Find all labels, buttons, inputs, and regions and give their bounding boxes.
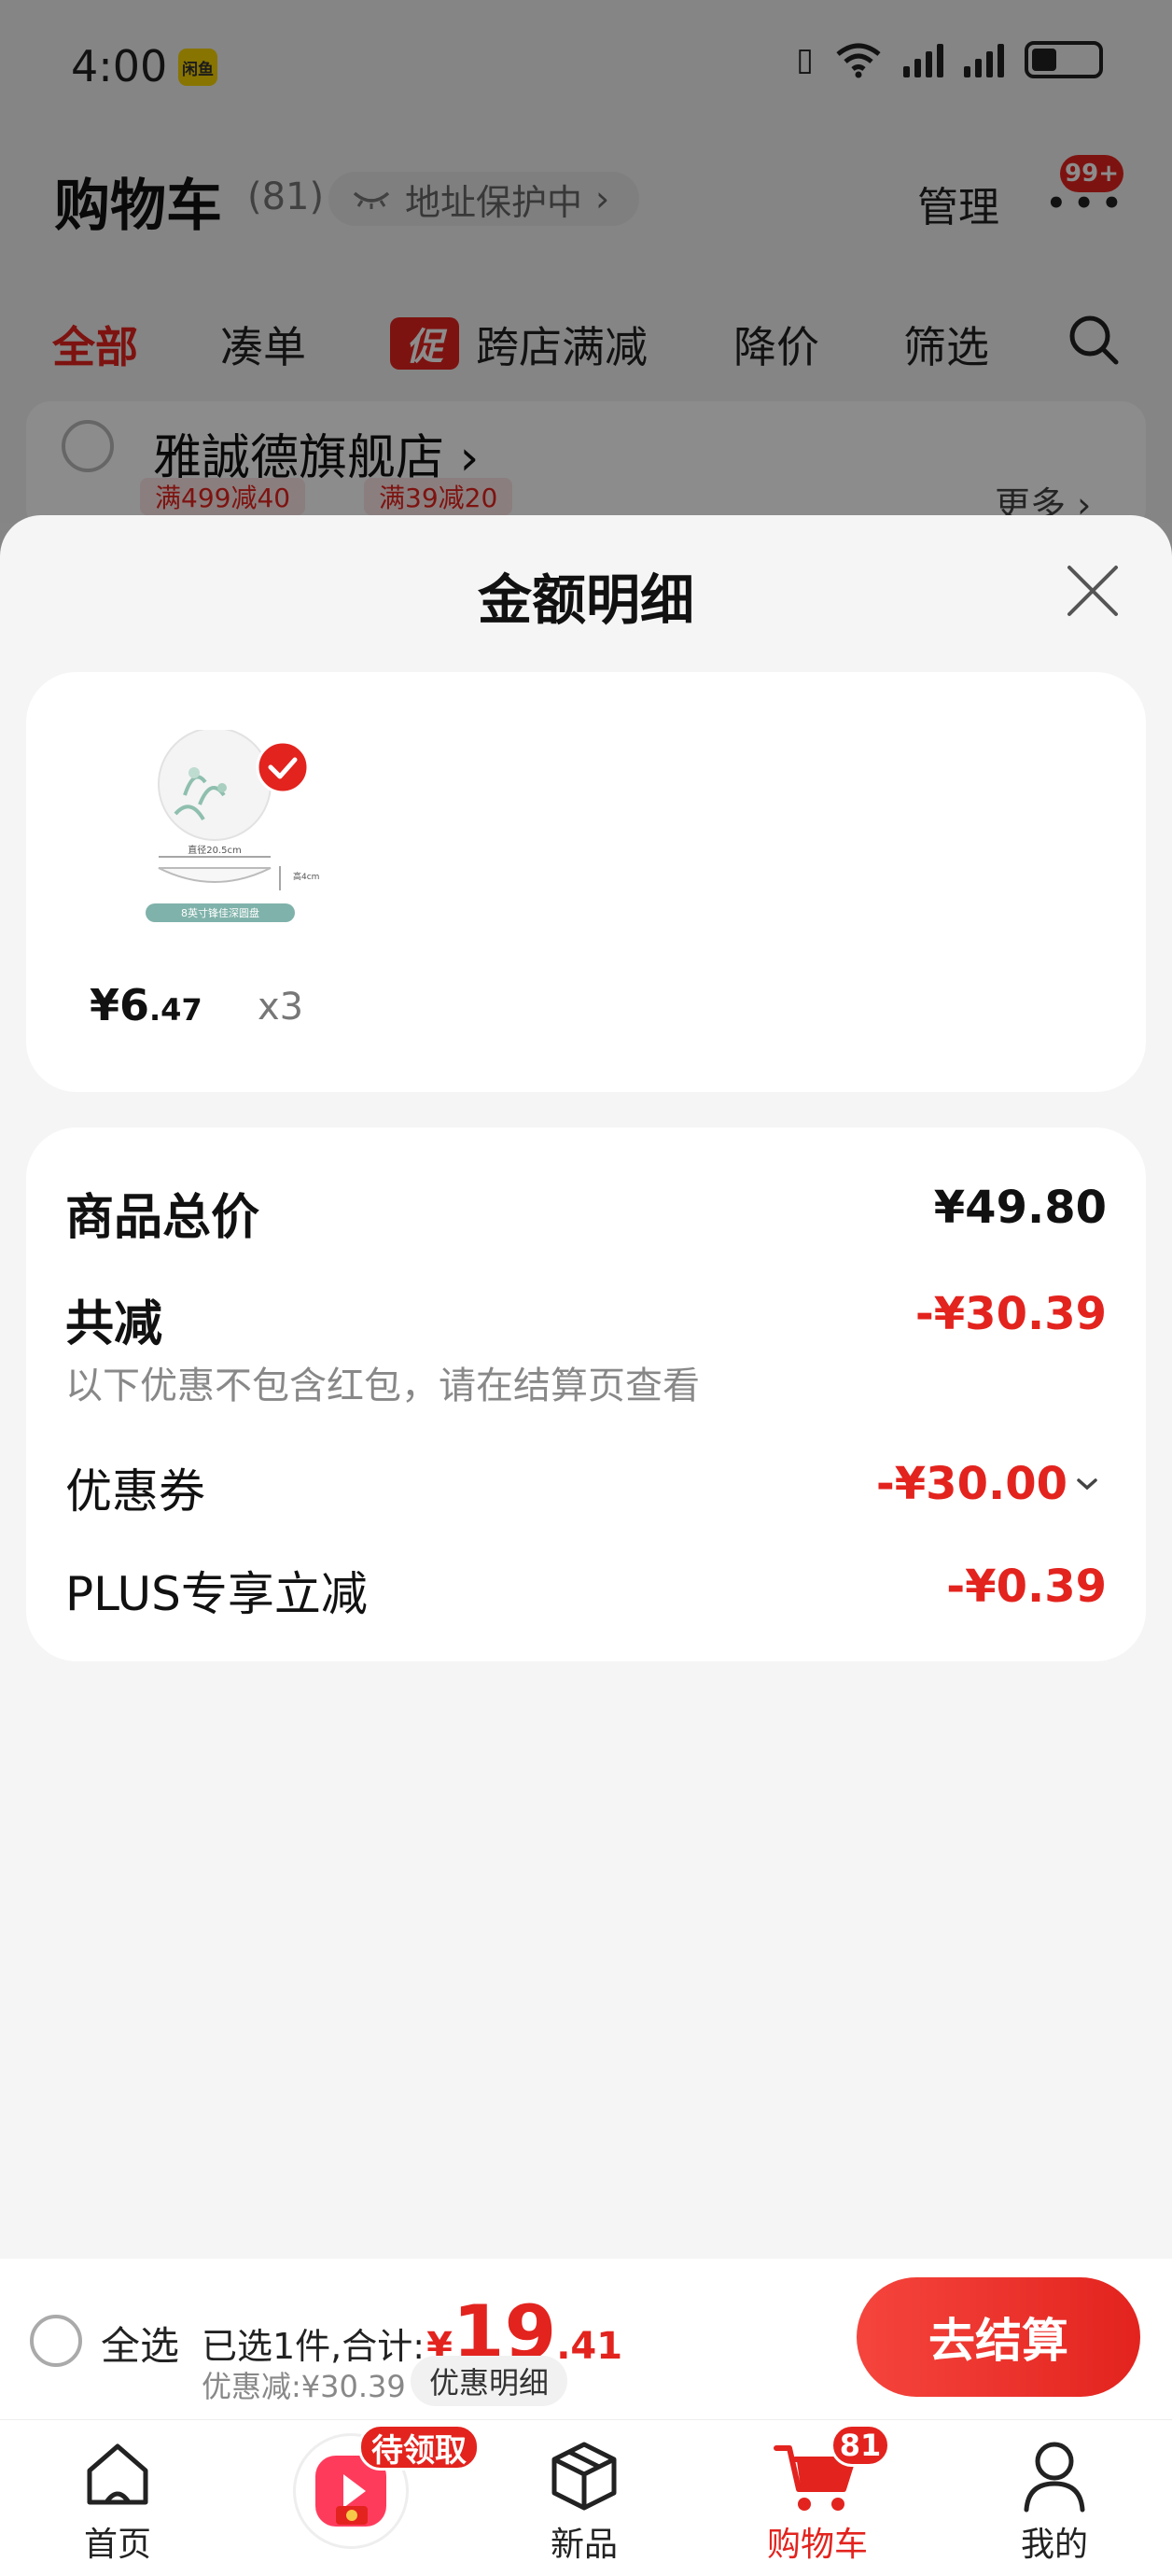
selected-summary: 已选1件,合计: ¥ 19 .41 <box>202 2296 622 2371</box>
plus-discount-label: PLUS专享立减 <box>65 1567 368 1621</box>
tab-me-label: 我的 <box>1020 2526 1088 2564</box>
discount-note: 以下优惠不包含红包，请在结算页查看 <box>65 1365 700 1407</box>
tab-home[interactable]: 首页 <box>24 2420 211 2576</box>
select-all-label[interactable]: 全选 <box>101 2315 179 2372</box>
select-all-radio[interactable] <box>30 2315 82 2367</box>
cart-count-badge: 81 <box>830 2424 890 2467</box>
selected-count-text: 已选1件,合计: <box>202 2326 426 2367</box>
chevron-down-icon[interactable] <box>1075 1475 1099 1493</box>
price-breakdown-card: 商品总价 ¥49.80 共减 -¥30.39 以下优惠不包含红包，请在结算页查看… <box>26 1127 1146 1661</box>
svg-text:8英寸锋佳深圆盘: 8英寸锋佳深圆盘 <box>181 906 259 919</box>
coupon-value[interactable]: -¥30.00 <box>876 1458 1067 1510</box>
sheet-title: 金额明细 <box>477 568 694 632</box>
user-icon <box>1024 2442 1085 2513</box>
item-price: ¥6.47 <box>90 980 202 1030</box>
plus-discount-value: -¥0.39 <box>946 1561 1107 1613</box>
tab-cart-label: 购物车 <box>766 2526 868 2564</box>
tab-home-label: 首页 <box>83 2526 151 2564</box>
total-label: 商品总价 <box>65 1190 260 1246</box>
close-icon[interactable] <box>1064 562 1122 620</box>
svg-text:高4cm: 高4cm <box>293 871 319 882</box>
discount-value: -¥30.39 <box>914 1288 1107 1340</box>
tab-video-rewards[interactable]: 待领取 <box>258 2420 480 2576</box>
home-icon <box>87 2443 148 2505</box>
tab-new-label: 新品 <box>550 2526 618 2564</box>
total-decimal: .41 <box>556 2325 623 2368</box>
product-thumbnail[interactable]: 直径20.5cm 高4cm 8英寸锋佳深圆盘 <box>138 730 325 926</box>
bottom-tab-bar: 首页 待领取 新品 81 购物车 我的 <box>0 2419 1172 2576</box>
discount-detail-button[interactable]: 优惠明细 <box>411 2356 568 2406</box>
tab-me[interactable]: 我的 <box>961 2420 1148 2576</box>
coupon-label: 优惠券 <box>65 1464 205 1519</box>
checkout-bar: 全选 已选1件,合计: ¥ 19 .41 优惠减:¥30.39 优惠明细 去结算 <box>0 2259 1172 2419</box>
total-value: ¥49.80 <box>933 1182 1107 1234</box>
item-quantity: x3 <box>258 986 304 1029</box>
tab-cart[interactable]: 81 购物车 <box>724 2420 911 2576</box>
checkout-button[interactable]: 去结算 <box>857 2277 1140 2397</box>
item-card: 直径20.5cm 高4cm 8英寸锋佳深圆盘 ¥6.47 x3 <box>26 672 1146 1092</box>
saved-amount: 优惠减:¥30.39 <box>202 2369 406 2404</box>
svg-text:直径20.5cm: 直径20.5cm <box>188 844 242 856</box>
tab-new[interactable]: 新品 <box>491 2420 677 2576</box>
cube-icon <box>551 2442 617 2511</box>
amount-detail-sheet: 金额明细 直径20.5cm 高4cm 8英寸锋佳深圆盘 ¥6.47 x3 商品总… <box>0 515 1172 2261</box>
discount-label: 共减 <box>65 1296 163 1352</box>
pending-rewards-badge: 待领取 <box>358 2424 480 2471</box>
